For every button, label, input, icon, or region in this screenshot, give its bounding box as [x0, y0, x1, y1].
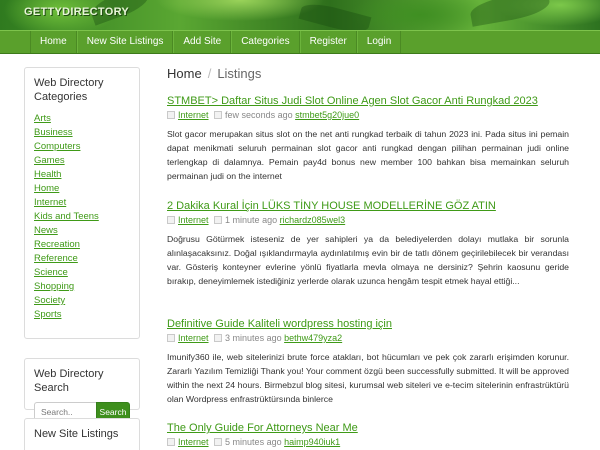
nav-login[interactable]: Login — [356, 31, 402, 53]
category-item: Computers — [34, 140, 130, 154]
category-link-business[interactable]: Business — [34, 127, 73, 138]
category-item: Society — [34, 294, 130, 308]
new-listings-panel: New Site Listings — [24, 418, 140, 450]
header-banner: GETTYDIRECTORY — [0, 0, 600, 30]
category-link-computers[interactable]: Computers — [34, 141, 80, 152]
folder-icon — [167, 438, 175, 446]
category-item: Internet — [34, 196, 130, 210]
listing-category-link[interactable]: Internet — [178, 437, 209, 447]
listing-time: 5 minutes ago — [225, 437, 282, 447]
listing-item: 2 Dakika Kural İçin LÜKS TİNY HOUSE MODE… — [167, 199, 569, 288]
site-logo[interactable]: GETTYDIRECTORY — [24, 6, 129, 18]
listing-title[interactable]: STMBET> Daftar Situs Judi Slot Online Ag… — [167, 94, 569, 108]
category-link-news[interactable]: News — [34, 225, 58, 236]
folder-icon — [167, 111, 175, 119]
category-link-recreation[interactable]: Recreation — [34, 239, 80, 250]
category-item: Recreation — [34, 238, 130, 252]
category-link-internet[interactable]: Internet — [34, 197, 66, 208]
category-item: Science — [34, 266, 130, 280]
listing-meta: Internet 1 minute ago richardz085wel3 — [167, 214, 569, 226]
listing-title[interactable]: Definitive Guide Kaliteli wordpress host… — [167, 317, 569, 331]
listing-description: Slot gacor merupakan situs slot on the n… — [167, 129, 569, 181]
category-link-kids-and-teens[interactable]: Kids and Teens — [34, 211, 99, 222]
category-link-arts[interactable]: Arts — [34, 113, 51, 124]
calendar-icon — [214, 334, 223, 342]
category-item: Sports — [34, 308, 130, 322]
listing-time: few seconds ago — [225, 110, 293, 120]
new-listings-title: New Site Listings — [34, 428, 119, 440]
listing-category-link[interactable]: Internet — [178, 333, 209, 343]
listing-category-link[interactable]: Internet — [178, 110, 209, 120]
category-link-games[interactable]: Games — [34, 155, 65, 166]
listing-description: Doğrusu Götürmek isteseniz de yer sahipl… — [167, 234, 569, 286]
category-link-health[interactable]: Health — [34, 169, 61, 180]
breadcrumb: Home / Listings — [167, 66, 261, 81]
breadcrumb-current: Listings — [217, 66, 262, 81]
category-item: Arts — [34, 112, 130, 126]
category-link-shopping[interactable]: Shopping — [34, 281, 74, 292]
category-item: Kids and Teens — [34, 210, 130, 224]
categories-title: Web Directory Categories — [34, 77, 104, 103]
nav-menu: Home New Site Listings Add Site Categori… — [30, 31, 402, 53]
category-item: Business — [34, 126, 130, 140]
listing-item: Definitive Guide Kaliteli wordpress host… — [167, 317, 569, 406]
nav-categories[interactable]: Categories — [231, 31, 300, 53]
category-link-reference[interactable]: Reference — [34, 253, 78, 264]
folder-icon — [167, 334, 175, 342]
breadcrumb-separator: / — [207, 66, 212, 81]
listing-meta: Internet 3 minutes ago bethw479yza2 — [167, 332, 569, 344]
categories-list: Arts Business Computers Games Health Hom… — [34, 112, 130, 322]
listing-user-link[interactable]: stmbet5g20jue0 — [295, 110, 359, 120]
listing-title[interactable]: The Only Guide For Attorneys Near Me — [167, 421, 569, 435]
listing-time: 3 minutes ago — [225, 333, 282, 343]
search-panel: Web Directory Search Search — [24, 358, 140, 422]
listing-user-link[interactable]: richardz085wel3 — [280, 215, 346, 225]
calendar-icon — [214, 111, 223, 119]
breadcrumb-home[interactable]: Home — [167, 66, 202, 81]
nav-add-site[interactable]: Add Site — [173, 31, 232, 53]
category-link-sports[interactable]: Sports — [34, 309, 61, 320]
category-link-science[interactable]: Science — [34, 267, 68, 278]
main-navbar: Home New Site Listings Add Site Categori… — [0, 30, 600, 54]
categories-panel: Web Directory Categories Arts Business C… — [24, 67, 140, 339]
nav-home[interactable]: Home — [30, 31, 77, 53]
category-link-home[interactable]: Home — [34, 183, 59, 194]
nav-register[interactable]: Register — [299, 31, 357, 53]
category-item: Health — [34, 168, 130, 182]
listing-user-link[interactable]: bethw479yza2 — [284, 333, 342, 343]
folder-icon — [167, 216, 175, 224]
calendar-icon — [214, 438, 223, 446]
listing-item: STMBET> Daftar Situs Judi Slot Online Ag… — [167, 94, 569, 183]
category-item: Reference — [34, 252, 130, 266]
listing-title[interactable]: 2 Dakika Kural İçin LÜKS TİNY HOUSE MODE… — [167, 199, 569, 213]
calendar-icon — [214, 216, 223, 224]
search-title: Web Directory Search — [34, 368, 104, 394]
listing-user-link[interactable]: haimp940iuk1 — [284, 437, 340, 447]
category-item: Games — [34, 154, 130, 168]
category-item: News — [34, 224, 130, 238]
category-item: Shopping — [34, 280, 130, 294]
category-link-society[interactable]: Society — [34, 295, 65, 306]
listing-category-link[interactable]: Internet — [178, 215, 209, 225]
listing-meta: Internet 5 minutes ago haimp940iuk1 — [167, 436, 569, 448]
listing-description: Imunify360 ile, web sitelerinizi brute f… — [167, 352, 569, 404]
listing-time: 1 minute ago — [225, 215, 278, 225]
listing-meta: Internet few seconds ago stmbet5g20jue0 — [167, 109, 569, 121]
nav-new-site-listings[interactable]: New Site Listings — [76, 31, 174, 53]
category-item: Home — [34, 182, 130, 196]
listing-item: The Only Guide For Attorneys Near Me Int… — [167, 421, 569, 448]
